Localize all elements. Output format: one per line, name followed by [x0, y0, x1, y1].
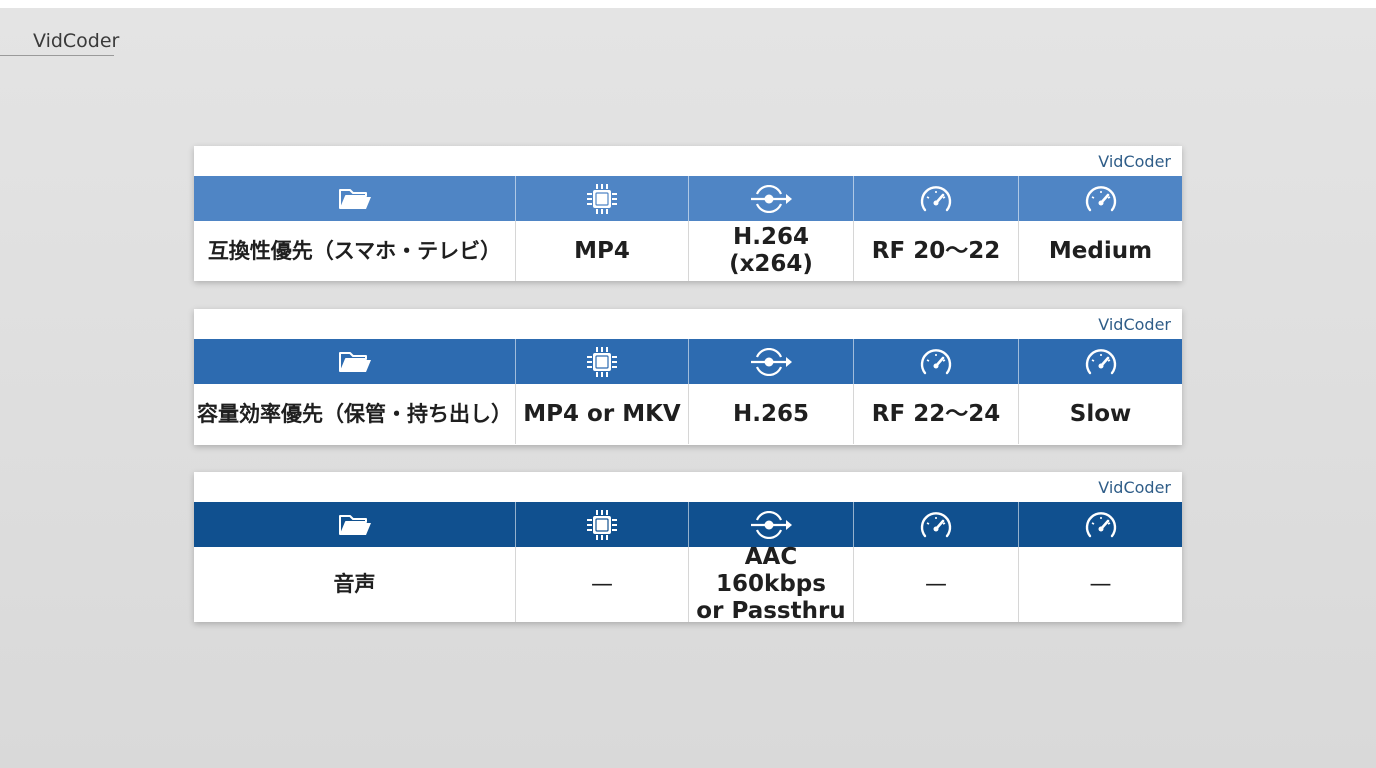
quality-value: RF 20〜22 — [871, 237, 1001, 264]
folder-icon — [194, 176, 515, 221]
category-label: 音声 — [333, 572, 376, 596]
gauge-icon — [853, 176, 1018, 221]
card-brand-label: VidCoder — [1098, 152, 1171, 171]
value-row: 互換性優先（スマホ・テレビ） MP4 H.264 (x264) RF 20〜22… — [194, 221, 1182, 281]
card-header: VidCoder — [194, 309, 1182, 339]
app-title: VidCoder — [0, 28, 119, 56]
codec-value: H.265 — [733, 400, 809, 427]
container-value: MP4 or MKV — [523, 400, 681, 427]
quality-value: RF 22〜24 — [871, 400, 1001, 427]
chip-icon — [515, 339, 688, 384]
quality-value: — — [925, 572, 947, 597]
card-brand-label: VidCoder — [1098, 315, 1171, 334]
chip-icon — [515, 502, 688, 547]
value-row: 音声 — AAC 160kbps or Passthru — — — [194, 544, 1182, 624]
icon-band — [194, 176, 1182, 221]
gauge-icon — [853, 339, 1018, 384]
preset-card-efficiency: VidCoder 容量効率優先（保管・持ち出し） MP4 or MKV H.26… — [194, 309, 1182, 445]
speed-value: Medium — [1048, 237, 1153, 264]
card-header: VidCoder — [194, 146, 1182, 176]
card-header: VidCoder — [194, 472, 1182, 502]
codec-arrow-icon — [688, 176, 853, 221]
category-label: 容量効率優先（保管・持ち出し） — [197, 401, 512, 426]
gauge-icon — [1018, 502, 1182, 547]
speed-value: Slow — [1069, 400, 1132, 427]
value-row: 容量効率優先（保管・持ち出し） MP4 or MKV H.265 RF 22〜2… — [194, 384, 1182, 444]
codec-arrow-icon — [688, 502, 853, 547]
folder-icon — [194, 502, 515, 547]
gauge-icon — [1018, 339, 1182, 384]
top-band — [0, 0, 1376, 8]
speed-value: — — [1089, 572, 1112, 597]
card-brand-label: VidCoder — [1098, 478, 1171, 497]
folder-icon — [194, 339, 515, 384]
codec-arrow-icon — [688, 339, 853, 384]
container-value: — — [591, 572, 613, 597]
codec-value: AAC 160kbps or Passthru — [696, 544, 846, 624]
container-value: MP4 — [574, 237, 630, 264]
preset-card-compatibility: VidCoder 互換性優先（スマホ・テレビ） MP4 H.264 (x264)… — [194, 146, 1182, 281]
gauge-icon — [853, 502, 1018, 547]
icon-band — [194, 339, 1182, 384]
preset-card-audio: VidCoder 音声 — AAC 160kbps or Passthru — … — [194, 472, 1182, 624]
chip-icon — [515, 176, 688, 221]
codec-value: H.264 (x264) — [729, 224, 813, 277]
icon-band — [194, 502, 1182, 547]
category-label: 互換性優先（スマホ・テレビ） — [207, 238, 502, 263]
gauge-icon — [1018, 176, 1182, 221]
